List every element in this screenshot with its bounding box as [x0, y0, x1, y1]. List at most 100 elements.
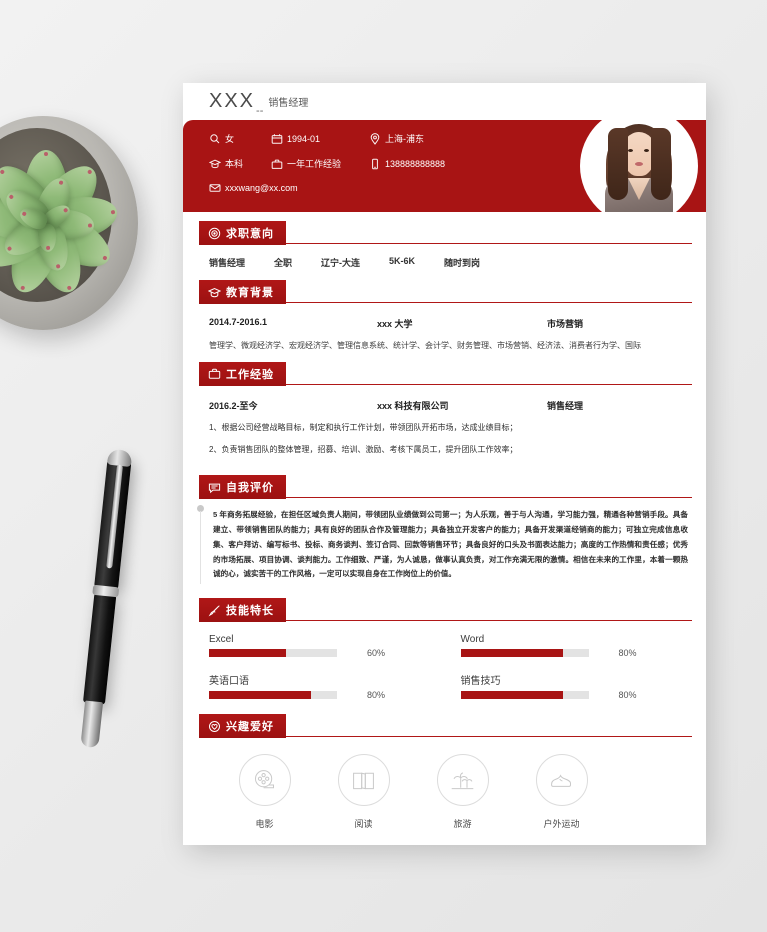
- work-bullet-2: 2、负责销售团队的整体管理，招募、培训、激励、考核下属员工，提升团队工作效率；: [209, 445, 518, 455]
- hobby-item: 户外运动: [512, 754, 611, 830]
- contact-birthdate-value: 1994-01: [287, 133, 321, 144]
- skill-bar-track: [460, 691, 589, 700]
- pen-nib-icon: [208, 604, 221, 617]
- job-intention-values: 销售经理 全职 辽宁-大连 5K-6K 随时到岗: [209, 245, 690, 271]
- hobby-item: 旅游: [413, 754, 512, 830]
- contact-education-value: 本科: [225, 159, 244, 169]
- skill-label: 英语口语: [209, 676, 249, 688]
- section-tag-skills: 技能特长: [199, 598, 286, 623]
- skill-percent: 60%: [367, 648, 386, 659]
- briefcase-icon: [208, 367, 221, 380]
- education-period: 2014.7-2016.1: [209, 317, 268, 327]
- contact-phone-value: 138888888888: [385, 158, 446, 169]
- graduation-cap-icon: [208, 286, 221, 299]
- contact-line-3: xxxwang@xx.com: [209, 182, 706, 194]
- skill-label: Word: [460, 634, 485, 646]
- skill-label: Excel: [209, 634, 234, 646]
- skill-meter: 80%: [460, 690, 691, 701]
- contact-phone: 138888888888: [369, 158, 445, 170]
- section-body-education: 2014.7-2016.1 xxx 大学 市场营销 管理学、微观经济学、宏观经济…: [183, 304, 706, 353]
- contact-banner: 女 1994-01 上海-浦东 本科 一年工作经验 138888888888 x…: [183, 120, 706, 212]
- skill-bar-track: [209, 649, 337, 658]
- work-entry-row: 2016.2-至今 xxx 科技有限公司 销售经理: [209, 386, 690, 412]
- section-tag-work-experience: 工作经验: [199, 361, 286, 386]
- location-pin-icon: [369, 132, 381, 145]
- section-rule: [285, 497, 692, 499]
- envelope-icon: [209, 182, 221, 194]
- skill-meter: 60%: [209, 648, 439, 658]
- self-evaluation-text: 5 年商务拓展经验，在担任区域负责人期间，带领团队业绩做到公司第一；为人乐观，善…: [213, 510, 688, 579]
- resume-page: XXX -- 销售经理 女 1994-01 上海-浦东 本科 一年工作经验 13…: [183, 83, 706, 845]
- hobby-label: 阅读: [354, 819, 373, 830]
- sneaker-shoe-icon: [535, 754, 588, 807]
- graduation-cap-icon: [209, 158, 221, 170]
- section-body-hobbies: 电影 阅读 旅游 户外运动: [183, 738, 706, 830]
- section-work-experience: 工作经验 2016.2-至今 xxx 科技有限公司 销售经理 1、根据公司经营战…: [183, 361, 706, 458]
- section-hobbies: 兴趣爱好 电影 阅读 旅游 户外运动: [183, 714, 706, 830]
- section-header-work-experience: 工作经验: [183, 361, 706, 386]
- film-reel-icon: [238, 754, 291, 807]
- work-company: xxx 科技有限公司: [377, 400, 449, 411]
- skill-percent: 80%: [618, 690, 637, 701]
- skill-item: Word 80%: [460, 634, 691, 659]
- work-period: 2016.2-至今: [209, 400, 258, 411]
- mobile-phone-icon: [369, 158, 381, 170]
- speech-bubble-icon: [208, 481, 221, 494]
- work-role: 销售经理: [547, 400, 584, 411]
- skill-bar-track: [460, 649, 589, 658]
- education-school: xxx 大学: [377, 319, 413, 329]
- palm-island-icon: [436, 754, 489, 807]
- calendar-icon: [271, 133, 283, 145]
- section-rule: [285, 302, 692, 303]
- skill-meter: 80%: [460, 648, 691, 659]
- briefcase-icon: [271, 158, 283, 170]
- education-major: 市场营销: [547, 319, 584, 329]
- education-entry-row: 2014.7-2016.1 xxx 大学 市场营销: [209, 304, 690, 330]
- contact-experience: 一年工作经验: [271, 157, 369, 170]
- section-title-hobbies: 兴趣爱好: [226, 721, 274, 734]
- target-icon: [208, 227, 221, 240]
- pen-barrel: [82, 592, 117, 705]
- contact-location: 上海-浦东: [369, 132, 424, 145]
- skill-percent: 80%: [367, 690, 386, 701]
- section-tag-education: 教育背景: [199, 280, 286, 304]
- section-rule: [285, 383, 692, 385]
- resume-header-name-row: XXX -- 销售经理: [183, 83, 706, 120]
- contact-email-value: xxxwang@xx.com: [225, 183, 298, 193]
- section-tag-job-intention: 求职意向: [199, 221, 286, 245]
- contact-line-1: 女 1994-01 上海-浦东: [209, 132, 706, 145]
- section-job-intention: 求职意向 销售经理 全职 辽宁-大连 5K-6K 随时到岗: [183, 221, 706, 271]
- gender-icon: [209, 133, 221, 145]
- section-title-skills: 技能特长: [226, 605, 274, 618]
- skill-grid: Excel 60% Word 80% 英语口语 80% 销售技巧 80%: [209, 622, 690, 704]
- contact-gender-value: 女: [225, 134, 235, 144]
- skill-bar-fill: [209, 691, 312, 700]
- section-header-skills: 技能特长: [183, 598, 706, 623]
- section-body-work-experience: 2016.2-至今 xxx 科技有限公司 销售经理 1、根据公司经营战略目标，制…: [183, 386, 706, 458]
- section-header-education: 教育背景: [183, 280, 706, 304]
- section-title-education: 教育背景: [226, 287, 274, 299]
- contact-experience-value: 一年工作经验: [287, 159, 342, 169]
- hobby-item: 阅读: [314, 754, 413, 830]
- intention-position: 销售经理: [209, 258, 246, 268]
- section-title-work-experience: 工作经验: [226, 368, 274, 381]
- skill-item: 英语口语 80%: [209, 672, 439, 700]
- contact-location-value: 上海-浦东: [385, 134, 424, 144]
- section-title-job-intention: 求职意向: [226, 228, 274, 240]
- section-tag-self-evaluation: 自我评价: [199, 475, 286, 500]
- section-header-job-intention: 求职意向: [183, 221, 706, 245]
- contact-education-level: 本科: [209, 157, 271, 170]
- skill-percent: 80%: [618, 648, 637, 659]
- section-skills: 技能特长 Excel 60% Word 80% 英语口语 80% 销售技巧 80…: [183, 598, 706, 704]
- open-book-icon: [337, 754, 390, 807]
- hobby-label: 电影: [255, 819, 274, 830]
- skill-meter: 80%: [209, 690, 439, 700]
- skill-bar-fill: [460, 691, 563, 700]
- section-body-job-intention: 销售经理 全职 辽宁-大连 5K-6K 随时到岗: [183, 245, 706, 271]
- intention-type: 全职: [274, 258, 293, 268]
- pen-nib: [80, 700, 104, 749]
- skill-bar-fill: [460, 649, 563, 658]
- section-education: 教育背景 2014.7-2016.1 xxx 大学 市场营销 管理学、微观经济学…: [183, 280, 706, 353]
- work-bullet-1: 1、根据公司经营战略目标，制定和执行工作计划，带领团队开拓市场，达成业绩目标；: [209, 422, 518, 432]
- section-body-self-evaluation: 5 年商务拓展经验，在担任区域负责人期间，带领团队业绩做到公司第一；为人乐观，善…: [183, 499, 706, 586]
